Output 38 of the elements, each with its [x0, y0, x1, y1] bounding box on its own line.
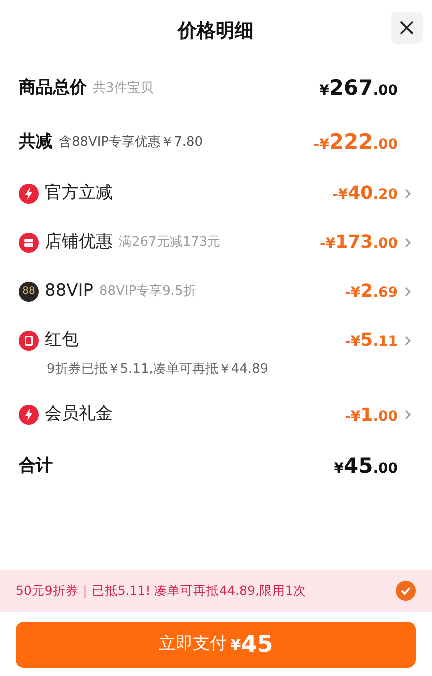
sheet-title: 价格明细	[178, 18, 254, 44]
pay-button[interactable]: 立即支付 ¥45	[16, 622, 416, 668]
row-label: 官方立减	[45, 182, 113, 205]
checkbox[interactable]	[396, 581, 416, 601]
coupon-text: 50元9折券｜已抵5.11! 凑单可再抵44.89,限用1次	[16, 582, 306, 600]
check-icon	[401, 587, 411, 595]
row-note: 共3件宝贝	[93, 80, 154, 98]
lightning-icon	[19, 184, 39, 204]
chevron-right-icon[interactable]	[404, 188, 412, 200]
row-amount: -¥5.11	[345, 329, 398, 353]
row-note: 88VIP专享9.5折	[100, 282, 196, 301]
close-button[interactable]	[391, 12, 423, 44]
lightning-icon	[19, 405, 39, 425]
row-amount: -¥1.00	[345, 404, 398, 428]
chevron-right-icon[interactable]	[404, 334, 412, 346]
close-icon	[399, 20, 415, 36]
row-amount: -¥40.20	[332, 182, 398, 206]
vip-badge-icon: 88	[19, 282, 39, 302]
row-amount: -¥2.69	[345, 280, 398, 304]
row-amount: ¥45.00	[334, 452, 398, 480]
row-label: 会员礼金	[45, 403, 113, 426]
row-note: 含88VIP专享优惠￥7.80	[59, 134, 204, 152]
row-note: 满267元减173元	[119, 234, 221, 252]
row-label: 共减	[19, 130, 53, 154]
chevron-right-icon[interactable]	[404, 286, 412, 298]
store-icon	[19, 232, 39, 252]
row-label: 88VIP	[45, 280, 94, 303]
row-label: 店铺优惠	[45, 230, 113, 254]
chevron-right-icon[interactable]	[404, 409, 412, 421]
row-subnote: 9折券已抵￥5.11,凑单可再抵￥44.89	[47, 361, 270, 379]
row-label: 商品总价	[19, 77, 87, 100]
envelope-icon	[19, 330, 39, 350]
chevron-right-icon[interactable]	[404, 236, 412, 248]
row-amount: ¥267.00	[320, 75, 398, 102]
row-label: 红包	[45, 328, 79, 352]
row-amount: -¥222.00	[314, 128, 398, 156]
row-amount: -¥173.00	[320, 231, 398, 255]
row-label: 合计	[19, 454, 53, 478]
